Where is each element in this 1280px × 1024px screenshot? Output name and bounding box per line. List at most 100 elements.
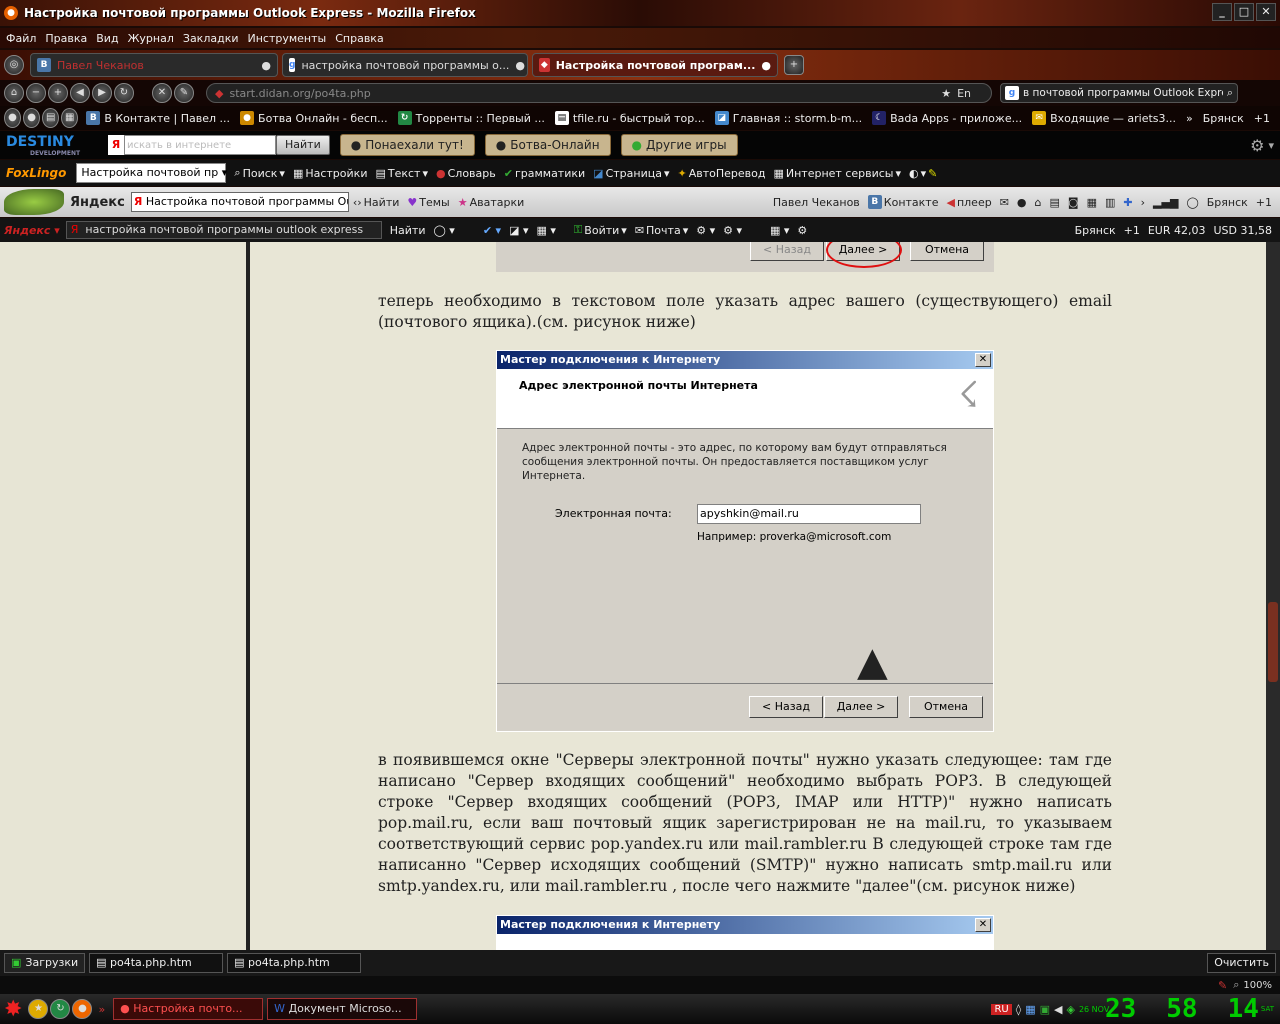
menu-help[interactable]: Справка [335,32,383,45]
bookmark-tfile[interactable]: ▤ tfile.ru - быстрый тор... [554,111,705,125]
yandex-user[interactable]: Павел Чеканов [773,196,860,209]
url-bar[interactable]: ◆ start.didan.org/po4ta.php ★ En [206,83,992,103]
tab-google[interactable]: g настройка почтовой программы о... ● [282,53,528,77]
scrollbar-thumb[interactable] [1268,602,1278,682]
tab-active[interactable]: ◆ Настройка почтовой програм... ● [532,53,778,77]
calendar-icon[interactable]: ▦ ▾ [770,224,789,237]
more-icon[interactable]: › [1141,196,1145,209]
page-icon[interactable]: ▥ [1105,196,1115,209]
downloads-button[interactable]: ▣ Загрузки [4,953,86,973]
page-icon[interactable]: ▦ [61,108,79,128]
tab-menu-icon[interactable]: ◎ [4,55,24,75]
task-firefox[interactable]: ● Настройка почто... [113,998,264,1020]
bar7-login[interactable]: ⚿ Войти ▾ [574,223,627,237]
destiny-logo[interactable]: DESTINY DEVELOPMENT [6,134,98,157]
menu-view[interactable]: Вид [96,32,118,45]
bar7-find-button[interactable]: Найти [390,224,426,237]
mail-icon[interactable]: ✉ [1000,196,1009,209]
foxlingo-select[interactable]: Настройка почтовой пр ▾ [76,163,227,183]
yandex-search-input[interactable]: Я Настройка почтовой программы Outloo [130,192,349,212]
search-icon[interactable]: ⌕ [1227,86,1233,100]
check-icon[interactable]: ✔ ▾ [483,224,501,237]
fox-page[interactable]: ◪ Страница ▾ [593,167,669,180]
yandex-query-input[interactable]: Я настройка почтовой программы outlook e… [65,221,382,239]
menu-file[interactable]: Файл [6,32,36,45]
cancel-button[interactable]: Отмена [909,696,983,718]
addon-icon[interactable]: ✎ [1218,979,1227,992]
grid-icon[interactable]: ▦ ▾ [537,224,556,237]
weather-city[interactable]: Брянск [1203,112,1244,125]
yandex-logo-dark[interactable]: Яндекс ▾ [4,224,60,237]
fox-text[interactable]: ▤ Текст ▾ [375,167,428,180]
next-button[interactable]: Далее > [824,696,898,718]
minimize-button[interactable]: _ [1212,3,1232,21]
bookmark-torrents[interactable]: ↻ Торренты :: Первый ... [397,111,545,125]
reload-icon[interactable]: ↻ [114,83,134,103]
prev-cancel-button[interactable]: Отмена [910,242,984,261]
fox-settings[interactable]: ▦ Настройки [293,167,368,180]
bar7-mail[interactable]: ✉ Почта ▾ [635,224,688,237]
menu-edit[interactable]: Правка [45,32,87,45]
tray-icon[interactable]: ◈ [1066,1003,1074,1016]
new-tab-button[interactable]: + [784,55,804,75]
tab-close-icon[interactable]: ● [761,59,771,72]
fox-grammar[interactable]: ✔ грамматики [504,167,585,180]
bookmark-vk[interactable]: BВ Контакте | Павел ... [86,111,230,125]
start-button[interactable]: ✸ [4,997,22,1022]
dialog-close-button[interactable]: ✕ [975,353,991,367]
fox-search[interactable]: ⌕ Поиск ▾ [234,166,285,180]
gear-icon[interactable]: ⚙ ▾ [723,224,742,237]
plus-icon[interactable]: ✚ [1123,196,1132,209]
forward-icon[interactable]: ▶ [92,83,112,103]
other-games-button[interactable]: ● Другие игры [620,134,738,156]
volume-icon[interactable]: ◀ [1054,1003,1062,1016]
tools-icon[interactable]: ✎ [174,83,194,103]
bookmark-botva[interactable]: ● Ботва Онлайн - бесп... [240,111,388,125]
home-icon[interactable]: ⌂ [4,83,24,103]
menu-tools[interactable]: Инструменты [248,32,327,45]
tab-vk[interactable]: B Павел Чеканов ● [30,53,278,77]
zoom-level[interactable]: 100% [1243,980,1272,991]
film-icon[interactable]: ▦ [1087,196,1097,209]
torrent-icon[interactable]: ↻ [50,999,71,1019]
chevron-down-icon[interactable]: ▾ [1268,139,1274,152]
network-icon[interactable]: ▦ [1025,1003,1035,1016]
bookmark-inbox[interactable]: ✉ Входящие — ariets3... [1032,111,1176,125]
close-button[interactable]: ✕ [1256,3,1276,21]
prev-back-button[interactable]: < Назад [750,242,824,261]
task-word[interactable]: W Документ Microso... [267,998,418,1020]
download-item[interactable]: ▤ po4ta.php.htm [89,953,224,973]
bookmark-storm[interactable]: ◪ Главная :: storm.b-m... [714,111,862,125]
btn-a-icon[interactable]: ● [4,108,22,128]
menu-history[interactable]: Журнал [128,32,174,45]
email-field[interactable]: apyshkin@mail.ru [697,504,921,524]
user-icon[interactable]: ● [1017,196,1027,209]
tray-arrow-icon[interactable]: ◊ [1016,1003,1021,1016]
firefox-icon[interactable]: ● [72,999,93,1019]
bar7-city[interactable]: Брянск [1075,224,1116,237]
camera-icon[interactable]: ◙ [1068,196,1079,209]
house-icon[interactable]: ⌂ [1035,196,1042,209]
settings-icon[interactable]: ⚙ [797,224,807,237]
back-icon[interactable]: ◀ [70,83,90,103]
foxlingo-logo[interactable]: FoxLingo [6,166,66,180]
fox-services[interactable]: ▦ Интернет сервисы ▾ [773,167,901,180]
yandex-avatars[interactable]: ★ Аватарки [458,196,525,209]
search-box[interactable]: g в почтовой программы Outlook Express ⌕ [1000,83,1238,103]
botva-button[interactable]: ● Ботва-Онлайн [484,134,611,156]
tools-icon[interactable]: ⚙ ▾ [696,224,715,237]
tab-close-icon[interactable]: ● [261,59,271,72]
stop-icon[interactable]: ✕ [152,83,172,103]
expand-icon[interactable]: » [98,1003,105,1016]
menu-bookmarks[interactable]: Закладки [183,32,239,45]
clear-downloads-button[interactable]: Очистить [1207,953,1276,973]
vertical-scrollbar[interactable] [1266,242,1280,950]
ponaehali-button[interactable]: ● Понаехали тут! [339,134,475,156]
star-icon[interactable]: ★ [941,87,951,100]
tab-close-icon[interactable]: ● [515,59,525,72]
language-indicator[interactable]: RU [991,1003,1012,1015]
gear-icon[interactable]: ⚙ [1250,136,1264,155]
yandex-themes[interactable]: ♥ Темы [407,196,449,209]
fox-extra[interactable]: ◐ ▾ ✎ [909,167,937,180]
btn-b-icon[interactable]: ● [23,108,41,128]
